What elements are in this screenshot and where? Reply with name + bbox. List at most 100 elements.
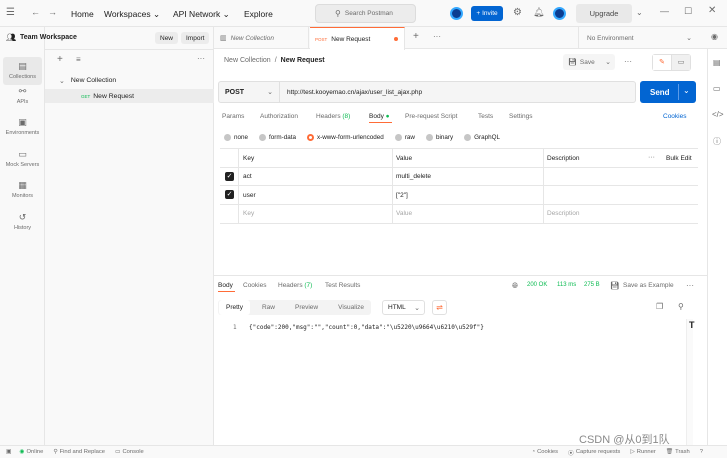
bulk-edit-button[interactable]: Bulk Edit bbox=[666, 155, 692, 162]
response-tab-headers[interactable]: Headers (7) bbox=[278, 282, 312, 289]
tab-authorization[interactable]: Authorization bbox=[260, 113, 298, 120]
new-button[interactable]: New bbox=[155, 32, 179, 44]
environment-quick-look-icon[interactable]: ◉ bbox=[711, 32, 718, 41]
view-tab-raw[interactable]: Raw bbox=[255, 300, 282, 315]
new-key-input[interactable]: Key bbox=[243, 210, 254, 217]
body-type-none[interactable]: none bbox=[224, 134, 248, 141]
save-as-example-button[interactable]: Save as Example bbox=[623, 282, 674, 289]
search-icon[interactable]: ⚲ bbox=[678, 302, 684, 311]
response-time[interactable]: 113 ms bbox=[557, 282, 576, 288]
forward-arrow-icon[interactable]: → bbox=[48, 7, 57, 17]
body-type-binary[interactable]: binary bbox=[425, 134, 453, 141]
filter-icon[interactable]: ≡ bbox=[76, 55, 81, 64]
response-size[interactable]: 275 B bbox=[584, 282, 600, 288]
response-tab-body[interactable]: Body bbox=[218, 282, 233, 289]
tab-tests[interactable]: Tests bbox=[478, 113, 493, 120]
nav-home[interactable]: Home bbox=[71, 9, 94, 19]
comments-icon[interactable]: ▭ bbox=[713, 84, 721, 93]
comment-icon[interactable]: ▭ bbox=[672, 55, 690, 70]
view-tab-visualize[interactable]: Visualize bbox=[331, 300, 371, 315]
nav-explore[interactable]: Explore bbox=[244, 9, 273, 19]
wrap-lines-icon[interactable]: ⇌ bbox=[432, 300, 447, 315]
trash-button[interactable]: Trash bbox=[675, 449, 690, 455]
plus-icon[interactable]: + bbox=[57, 54, 63, 65]
rail-item-history[interactable]: ↺ History bbox=[0, 212, 45, 231]
more-icon[interactable]: ··· bbox=[686, 281, 694, 290]
body-type-raw[interactable]: raw bbox=[394, 134, 415, 141]
rail-item-monitors[interactable]: ▦ Monitors bbox=[0, 180, 45, 199]
chevron-down-icon[interactable]: ⌄ bbox=[683, 86, 690, 95]
more-icon[interactable]: ··· bbox=[648, 154, 655, 161]
response-tab-test-results[interactable]: Test Results bbox=[325, 282, 360, 289]
avatar[interactable] bbox=[553, 7, 566, 20]
help-icon[interactable]: ? bbox=[700, 449, 703, 455]
runner-button[interactable]: Runner bbox=[637, 449, 656, 455]
menu-icon[interactable]: ☰ bbox=[6, 7, 15, 18]
response-body[interactable]: 1 {"code":200,"msg":"","count":0,"data":… bbox=[214, 319, 686, 445]
save-button[interactable]: 💾︎ Save ⌄ bbox=[563, 54, 615, 70]
rail-item-collections[interactable]: ▤ Collections bbox=[3, 57, 42, 85]
tab-settings[interactable]: Settings bbox=[509, 113, 533, 120]
globe-icon[interactable]: 🌐︎ bbox=[512, 281, 518, 291]
scrollbar[interactable] bbox=[686, 319, 693, 445]
gear-icon[interactable]: ⚙ bbox=[513, 7, 522, 18]
more-icon[interactable]: ··· bbox=[197, 54, 205, 63]
find-replace-button[interactable]: Find and Replace bbox=[60, 449, 105, 455]
tab-new-collection[interactable]: ▥ New Collection bbox=[214, 27, 309, 49]
param-key[interactable]: user bbox=[243, 192, 256, 199]
send-button[interactable]: Send ⌄ bbox=[640, 81, 696, 103]
rail-item-mock-servers[interactable]: ▭ Mock Servers bbox=[0, 149, 45, 168]
rail-item-environments[interactable]: ▣ Environments bbox=[0, 117, 45, 136]
response-tab-cookies[interactable]: Cookies bbox=[243, 282, 266, 289]
body-type-urlencoded[interactable]: x-www-form-urlencoded bbox=[306, 134, 384, 141]
new-description-input[interactable]: Description bbox=[547, 210, 580, 217]
search-box[interactable]: ⚲ Search Postman bbox=[315, 4, 416, 23]
bell-icon[interactable]: 🔔︎ bbox=[533, 7, 544, 18]
new-value-input[interactable]: Value bbox=[396, 210, 412, 217]
method-select[interactable]: POST ⌄ bbox=[218, 81, 280, 103]
add-tab-icon[interactable]: + bbox=[413, 31, 419, 42]
view-tab-pretty[interactable]: Pretty bbox=[219, 300, 250, 315]
online-status[interactable]: Online bbox=[27, 449, 44, 455]
sync-status-icon[interactable] bbox=[450, 7, 463, 20]
maximize-icon[interactable]: ☐ bbox=[684, 6, 692, 17]
row-enabled-checkbox[interactable]: ✓ bbox=[225, 190, 234, 199]
url-input[interactable]: http://test.kooyemao.cn/ajax/user_list_a… bbox=[280, 81, 636, 103]
view-tab-preview[interactable]: Preview bbox=[288, 300, 325, 315]
tab-body[interactable]: Body ● bbox=[369, 113, 390, 120]
tab-pre-request-script[interactable]: Pre-request Script bbox=[405, 113, 457, 120]
invite-button[interactable]: + Invite bbox=[471, 6, 503, 21]
nav-workspaces[interactable]: Workspaces ⌄ bbox=[104, 9, 160, 20]
cookies-link[interactable]: Cookies bbox=[663, 113, 686, 120]
back-arrow-icon[interactable]: ← bbox=[31, 7, 40, 17]
cookies-button[interactable]: Cookies bbox=[537, 449, 558, 455]
view-mode-toggle[interactable]: ✎ ▭ bbox=[652, 54, 691, 71]
more-icon[interactable]: ··· bbox=[624, 57, 632, 66]
nav-api-network[interactable]: API Network ⌄ bbox=[173, 9, 230, 20]
console-button[interactable]: Console bbox=[123, 449, 144, 455]
close-icon[interactable]: ✕ bbox=[708, 5, 716, 16]
request-item[interactable]: GET New Request bbox=[45, 89, 214, 103]
copy-icon[interactable]: ❐ bbox=[656, 302, 663, 311]
collection-item[interactable]: ⌄ New Collection bbox=[45, 74, 214, 87]
environment-select[interactable]: No Environment ⌄ bbox=[578, 27, 698, 49]
body-type-graphql[interactable]: GraphQL bbox=[464, 134, 500, 141]
capture-requests-button[interactable]: Capture requests bbox=[576, 449, 620, 455]
documentation-icon[interactable]: ▤ bbox=[713, 58, 721, 67]
sidebar-toggle-icon[interactable]: ▣ bbox=[6, 449, 11, 455]
upgrade-button[interactable]: Upgrade bbox=[576, 4, 632, 23]
param-value[interactable]: ["2"] bbox=[396, 192, 408, 199]
info-icon[interactable]: ⓘ bbox=[713, 136, 721, 147]
param-value[interactable]: multi_delete bbox=[396, 173, 431, 180]
format-select[interactable]: HTML ⌄ bbox=[382, 300, 425, 315]
import-button[interactable]: Import bbox=[181, 32, 210, 44]
row-enabled-checkbox[interactable]: ✓ bbox=[225, 172, 234, 181]
code-snippet-icon[interactable]: </> bbox=[712, 110, 724, 119]
tab-params[interactable]: Params bbox=[222, 113, 244, 120]
param-key[interactable]: act bbox=[243, 173, 252, 180]
status-code[interactable]: 200 OK bbox=[527, 282, 547, 288]
tab-new-request[interactable]: POST New Request bbox=[310, 27, 405, 50]
minimize-icon[interactable]: — bbox=[660, 6, 669, 16]
breadcrumb-collection[interactable]: New Collection bbox=[224, 57, 271, 64]
more-icon[interactable]: ··· bbox=[433, 32, 441, 41]
